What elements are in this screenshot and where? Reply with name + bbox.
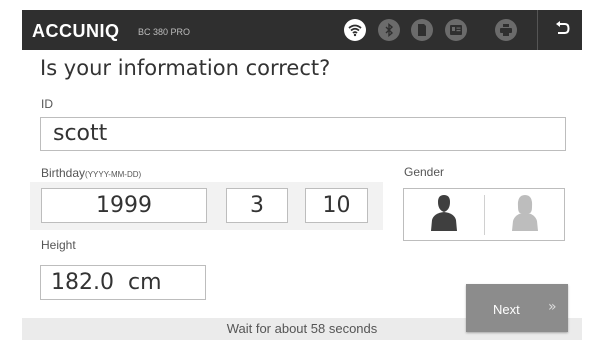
birth-day-field[interactable]: 10 [305,188,368,223]
gender-female-button[interactable] [485,189,565,240]
wait-prefix: Wait for about [226,321,311,336]
brand-logo: ACCUNIQ [32,21,120,41]
top-bar: ACCUNIQ BC 380 PRO [22,10,582,50]
birthday-label: Birthday(YYYY-MM-DD) [41,166,141,180]
model-name: BC 380 PRO [138,27,191,37]
bluetooth-icon [378,19,400,41]
sd-card-icon [411,19,433,41]
male-icon [429,193,459,237]
back-arrow-icon [554,20,570,40]
id-field[interactable]: scott [40,117,566,151]
birthday-format-hint: (YYYY-MM-DD) [85,170,142,179]
id-label: ID [41,97,53,111]
back-button[interactable] [542,10,582,50]
height-label: Height [41,238,76,252]
birth-year-field[interactable]: 1999 [41,188,207,223]
printer-icon [495,19,517,41]
header-divider [537,10,538,50]
birth-month-field[interactable]: 3 [226,188,288,223]
gender-selector [403,188,565,241]
birthday-label-text: Birthday [41,166,86,180]
countdown-seconds: 58 [310,321,326,336]
gender-male-button[interactable] [404,189,484,240]
female-icon [510,193,540,237]
wait-suffix: seconds [325,321,378,336]
id-card-icon [445,19,467,41]
next-button[interactable]: Next » [466,284,568,332]
gender-label: Gender [404,165,445,179]
page-title: Is your information correct? [40,56,331,80]
wifi-icon [344,19,366,41]
next-button-label: Next [493,302,520,317]
height-field[interactable]: 182.0 cm [40,265,206,300]
double-chevron-right-icon: » [548,299,557,315]
